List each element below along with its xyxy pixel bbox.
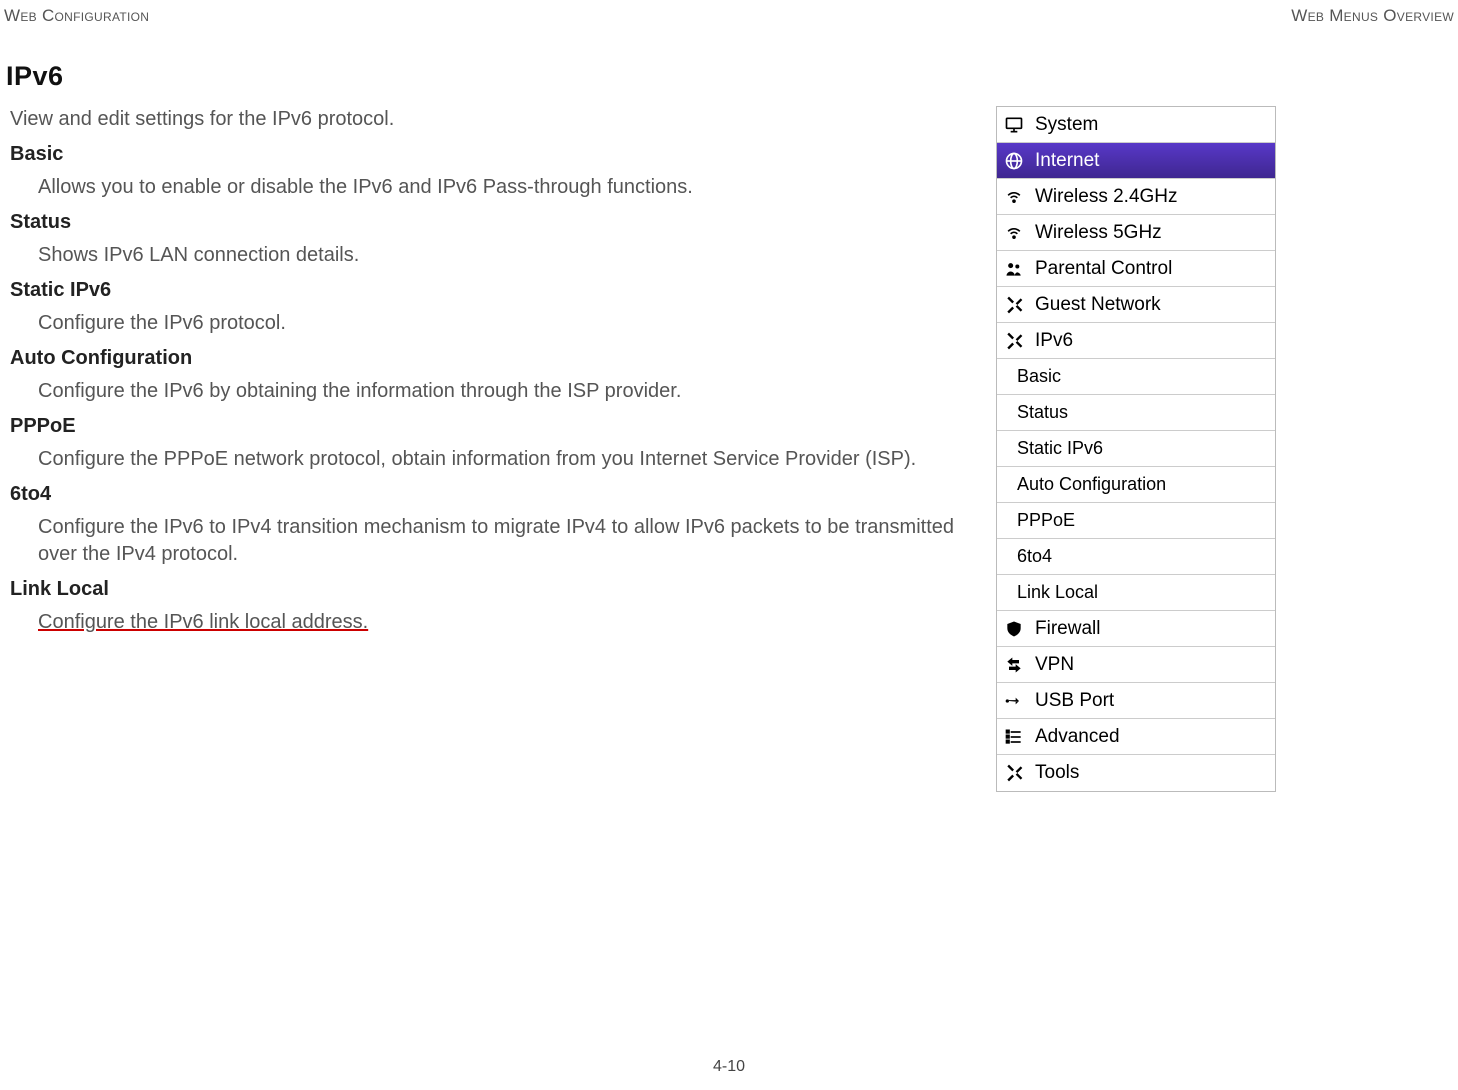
menu-label: System: [1035, 114, 1098, 136]
menu-item-vpn[interactable]: VPN: [997, 647, 1275, 683]
menu-label: Wireless 2.4GHz: [1035, 186, 1178, 208]
6to4-desc: Configure the IPv6 to IPv4 transition me…: [38, 514, 954, 568]
basic-desc: Allows you to enable or disable the IPv6…: [38, 174, 954, 201]
status-desc: Shows IPv6 LAN connection details.: [38, 242, 954, 269]
submenu-6to4[interactable]: 6to4: [997, 539, 1275, 575]
menu-item-tools[interactable]: Tools: [997, 755, 1275, 791]
menu-label: Basic: [1017, 366, 1061, 387]
menu-label: Internet: [1035, 150, 1099, 172]
page-header: Web Configuration Web Menus Overview: [0, 0, 1458, 26]
arrows-icon: [1003, 654, 1025, 676]
wifi-icon: [1003, 186, 1025, 208]
menu-label: VPN: [1035, 654, 1074, 676]
tools-icon: [1003, 294, 1025, 316]
menu-item-system[interactable]: System: [997, 107, 1275, 143]
linklocal-desc: Configure the IPv6 link local address.: [38, 609, 954, 636]
users-icon: [1003, 258, 1025, 280]
auto-heading: Auto Configuration: [10, 345, 954, 372]
submenu-basic[interactable]: Basic: [997, 359, 1275, 395]
menu-item-wireless-5[interactable]: Wireless 5GHz: [997, 215, 1275, 251]
menu-label: Tools: [1035, 762, 1079, 784]
menu-item-ipv6[interactable]: IPv6: [997, 323, 1275, 359]
menu-item-parental[interactable]: Parental Control: [997, 251, 1275, 287]
menu-item-usb[interactable]: USB Port: [997, 683, 1275, 719]
static-heading: Static IPv6: [10, 277, 954, 304]
submenu-linklocal[interactable]: Link Local: [997, 575, 1275, 611]
page-number: 4-10: [0, 1058, 1458, 1076]
pppoe-heading: PPPoE: [10, 413, 954, 440]
menu-label: Auto Configuration: [1017, 474, 1166, 495]
static-desc: Configure the IPv6 protocol.: [38, 310, 954, 337]
menu-label: Advanced: [1035, 726, 1120, 748]
status-heading: Status: [10, 209, 954, 236]
menu-label: PPPoE: [1017, 510, 1075, 531]
wifi-icon: [1003, 222, 1025, 244]
menu-item-guest[interactable]: Guest Network: [997, 287, 1275, 323]
submenu-pppoe[interactable]: PPPoE: [997, 503, 1275, 539]
linklocal-heading: Link Local: [10, 576, 954, 603]
pppoe-desc: Configure the PPPoE network protocol, ob…: [38, 446, 954, 473]
submenu-static[interactable]: Static IPv6: [997, 431, 1275, 467]
menu-label: Guest Network: [1035, 294, 1161, 316]
menu-label: Firewall: [1035, 618, 1100, 640]
page-title: IPv6: [6, 61, 1458, 92]
6to4-heading: 6to4: [10, 481, 954, 508]
basic-heading: Basic: [10, 141, 954, 168]
menu-label: USB Port: [1035, 690, 1114, 712]
submenu-status[interactable]: Status: [997, 395, 1275, 431]
globe-icon: [1003, 150, 1025, 172]
auto-desc: Configure the IPv6 by obtaining the info…: [38, 378, 954, 405]
header-left: Web Configuration: [4, 6, 149, 26]
menu-label: IPv6: [1035, 330, 1073, 352]
nav-menu: System Internet Wireless 2.4GHz Wireless…: [996, 106, 1276, 792]
menu-label: Status: [1017, 402, 1068, 423]
menu-item-internet[interactable]: Internet: [997, 143, 1275, 179]
header-right: Web Menus Overview: [1291, 6, 1454, 26]
menu-label: 6to4: [1017, 546, 1052, 567]
usb-icon: [1003, 690, 1025, 712]
submenu-auto[interactable]: Auto Configuration: [997, 467, 1275, 503]
menu-item-firewall[interactable]: Firewall: [997, 611, 1275, 647]
text-column: View and edit settings for the IPv6 prot…: [10, 106, 970, 644]
menu-item-wireless-24[interactable]: Wireless 2.4GHz: [997, 179, 1275, 215]
monitor-icon: [1003, 114, 1025, 136]
shield-icon: [1003, 618, 1025, 640]
intro-text: View and edit settings for the IPv6 prot…: [10, 106, 954, 133]
menu-label: Wireless 5GHz: [1035, 222, 1162, 244]
menu-label: Link Local: [1017, 582, 1098, 603]
menu-item-advanced[interactable]: Advanced: [997, 719, 1275, 755]
list-icon: [1003, 726, 1025, 748]
tools-icon: [1003, 762, 1025, 784]
menu-label: Parental Control: [1035, 258, 1172, 280]
tools-icon: [1003, 330, 1025, 352]
menu-label: Static IPv6: [1017, 438, 1103, 459]
